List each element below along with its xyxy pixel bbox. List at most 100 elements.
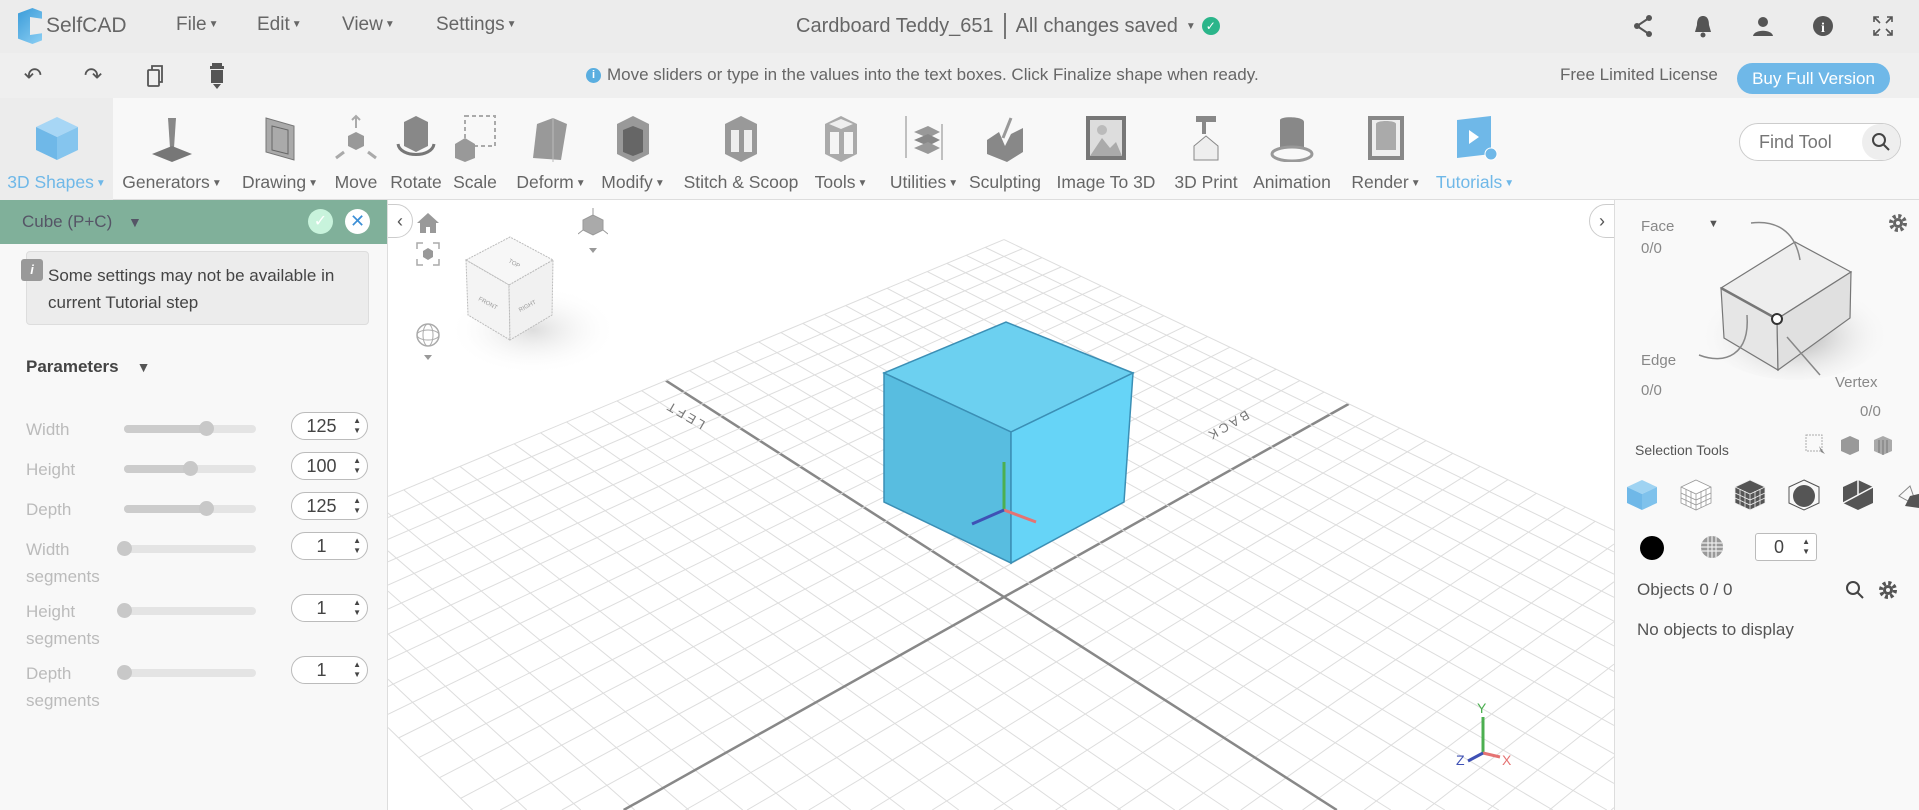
redo-icon[interactable]: ↷ — [80, 63, 106, 89]
document-title[interactable]: Cardboard Teddy_651 — [796, 15, 994, 38]
tutorials-icon — [1451, 114, 1499, 162]
menu-view[interactable]: View ▼ — [342, 14, 395, 36]
select-connected-icon[interactable] — [1839, 434, 1861, 456]
bell-icon[interactable] — [1689, 12, 1717, 40]
select-polygon-icon[interactable] — [1733, 478, 1771, 516]
select-wireframe-icon[interactable] — [1679, 478, 1717, 516]
param-slider[interactable] — [124, 421, 256, 436]
slider-handle[interactable] — [198, 501, 214, 516]
select-volume-icon[interactable] — [1787, 478, 1825, 516]
spinner-icon[interactable]: ▲ ▼ — [353, 456, 361, 476]
param-value-input[interactable]: 1 ▲ ▼ — [291, 594, 368, 622]
texture-sphere-icon[interactable] — [1700, 535, 1724, 559]
deform-icon — [527, 114, 575, 162]
delete-icon[interactable] — [204, 63, 230, 89]
face-mode-label[interactable]: Face — [1641, 218, 1674, 235]
slider-handle[interactable] — [117, 603, 132, 618]
tool-sculpting[interactable]: Sculpting — [964, 98, 1046, 200]
tool-tools[interactable]: Tools ▼ — [807, 98, 875, 200]
slider-handle[interactable] — [198, 421, 214, 436]
tool-move[interactable]: Move — [328, 98, 384, 200]
app-logo[interactable]: SelfCAD — [18, 8, 127, 44]
saved-check-icon: ✓ — [1201, 17, 1220, 35]
find-tool-search[interactable] — [1739, 123, 1901, 161]
select-plane-icon[interactable] — [1895, 478, 1919, 516]
menu-edit[interactable]: Edit ▼ — [257, 14, 302, 36]
orbit-control-icon[interactable] — [415, 322, 441, 362]
tool-scale[interactable]: Scale — [450, 98, 500, 200]
tool-generators[interactable]: Generators ▼ — [116, 98, 228, 200]
panel-title[interactable]: Cube (P+C) — [22, 212, 112, 232]
panel-header: Cube (P+C) ▼ ✓ ✕ — [0, 200, 387, 244]
param-slider[interactable] — [117, 603, 256, 618]
app-name: SelfCAD — [46, 14, 127, 37]
slider-handle[interactable] — [117, 541, 132, 556]
param-value-input[interactable]: 1 ▲ ▼ — [291, 532, 368, 560]
generators-icon — [148, 114, 196, 162]
tool-modify[interactable]: Modify ▼ — [595, 98, 671, 200]
spinner-icon[interactable]: ▲ ▼ — [353, 660, 361, 680]
vertex-mode-label[interactable]: Vertex — [1835, 374, 1878, 391]
param-slider[interactable] — [124, 501, 256, 516]
tool-utilities[interactable]: Utilities ▼ — [878, 98, 970, 200]
tool-3d-print[interactable]: 3D Print — [1168, 98, 1244, 200]
tool-3d-shapes[interactable]: 3D Shapes ▼ — [0, 98, 113, 200]
finalize-check-button[interactable]: ✓ — [308, 209, 333, 234]
copy-icon[interactable] — [142, 63, 168, 89]
param-value-input[interactable]: 125 ▲ ▼ — [291, 412, 368, 440]
info-icon[interactable]: i — [1809, 12, 1837, 40]
view-cube[interactable]: TOP FRONT RIGHT — [448, 230, 628, 380]
spinner-icon[interactable]: ▲ ▼ — [353, 598, 361, 618]
tool-render[interactable]: Render ▼ — [1346, 98, 1426, 200]
search-icon[interactable] — [1845, 580, 1865, 600]
fit-view-icon[interactable] — [416, 242, 440, 266]
param-slider[interactable] — [117, 541, 256, 556]
save-status[interactable]: All changes saved — [1016, 15, 1178, 38]
gear-icon[interactable] — [1877, 579, 1899, 601]
home-view-icon[interactable] — [416, 212, 440, 234]
chevron-down-icon[interactable]: ▼ — [128, 214, 142, 230]
tool-deform[interactable]: Deform ▼ — [505, 98, 597, 200]
tool-drawing[interactable]: Drawing ▼ — [234, 98, 326, 200]
edge-mode-label[interactable]: Edge — [1641, 352, 1676, 369]
select-through-icon[interactable] — [1872, 434, 1894, 456]
select-object-mode-icon[interactable] — [1625, 478, 1663, 516]
tool-rotate[interactable]: Rotate — [386, 98, 446, 200]
tool-stitch-scoop[interactable]: Stitch & Scoop — [675, 98, 807, 200]
box-select-icon[interactable] — [1805, 434, 1827, 456]
grid-line — [431, 477, 852, 810]
spinner-icon[interactable]: ▲ ▼ — [353, 416, 361, 436]
selection-mode-diagram[interactable] — [1695, 215, 1895, 385]
share-icon[interactable] — [1629, 12, 1657, 40]
menu-file[interactable]: File ▼ — [176, 14, 219, 36]
fullscreen-icon[interactable] — [1869, 12, 1897, 40]
tool-label: 3D Print — [1174, 172, 1238, 192]
user-icon[interactable] — [1749, 12, 1777, 40]
param-value-input[interactable]: 100 ▲ ▼ — [291, 452, 368, 480]
spinner-icon[interactable]: ▲ ▼ — [353, 496, 361, 516]
3d-viewport[interactable]: LEFT BACK ‹ › TOP FRONT RIGHT Y X Z — [388, 200, 1614, 810]
search-icon[interactable] — [1862, 124, 1900, 160]
find-tool-input[interactable] — [1759, 131, 1869, 153]
cancel-close-button[interactable]: ✕ — [345, 209, 370, 234]
tool-tutorials[interactable]: Tutorials ▼ — [1428, 98, 1522, 200]
buy-full-version-button[interactable]: Buy Full Version — [1737, 63, 1890, 94]
select-half-icon[interactable] — [1841, 478, 1879, 516]
slider-handle[interactable] — [183, 461, 198, 476]
spinner-icon[interactable]: ▲ ▼ — [353, 536, 361, 556]
selection-value-stepper[interactable]: 0 ▲ ▼ — [1755, 533, 1817, 561]
param-slider[interactable] — [124, 461, 256, 476]
tool-animation[interactable]: Animation — [1247, 98, 1337, 200]
param-slider[interactable] — [117, 665, 256, 680]
color-swatch[interactable] — [1639, 535, 1665, 561]
menu-settings[interactable]: Settings ▼ — [436, 14, 517, 36]
hint-message: i Move sliders or type in the values int… — [586, 65, 1259, 85]
param-value-input[interactable]: 1 ▲ ▼ — [291, 656, 368, 684]
undo-icon[interactable]: ↶ — [20, 63, 46, 89]
tool-image-to-3d[interactable]: Image To 3D — [1052, 98, 1160, 200]
grid-line — [388, 727, 474, 810]
parameters-section-header[interactable]: Parameters ▼ — [26, 357, 150, 377]
chevron-down-icon[interactable]: ▼ — [1186, 21, 1196, 32]
slider-handle[interactable] — [117, 665, 132, 680]
param-value-input[interactable]: 125 ▲ ▼ — [291, 492, 368, 520]
